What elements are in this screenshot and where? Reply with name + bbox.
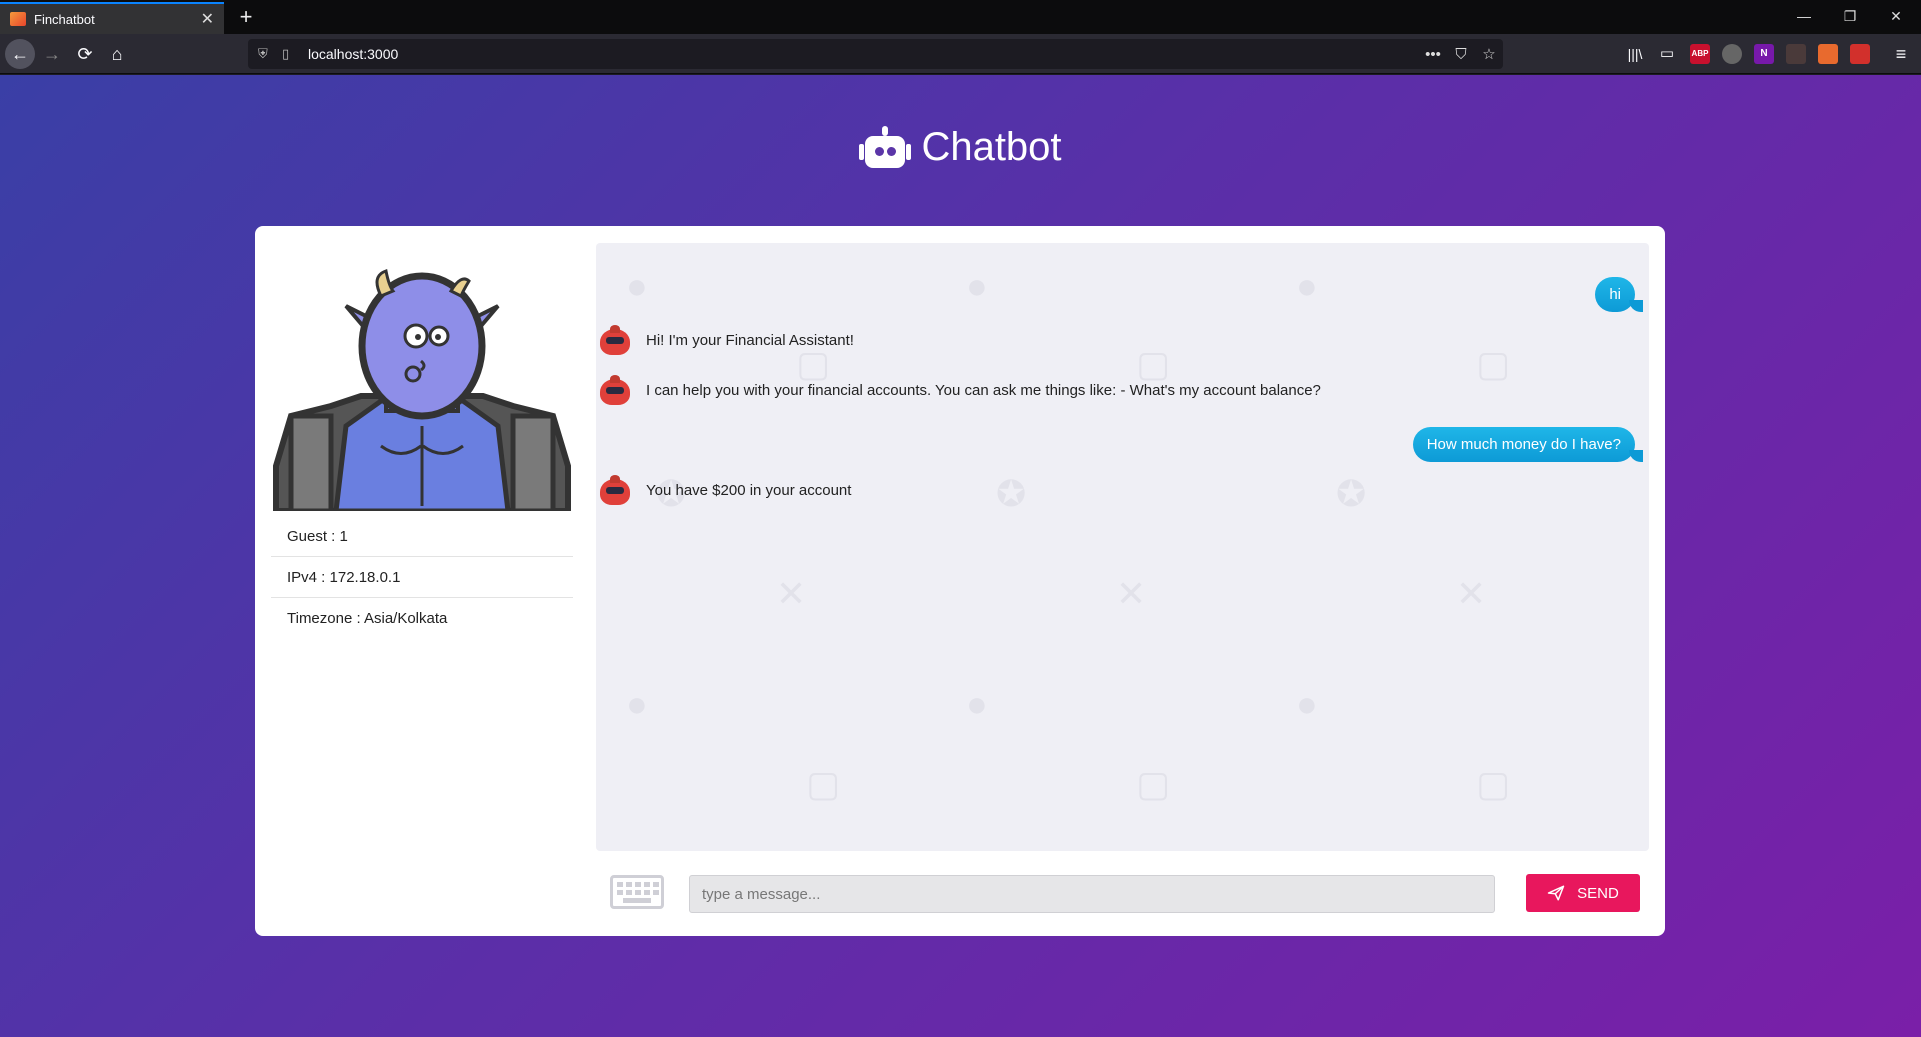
onenote-icon[interactable]: N <box>1754 44 1774 64</box>
home-button[interactable]: ⌂ <box>102 40 132 68</box>
message-composer: SEND <box>596 866 1649 916</box>
bookmark-star-icon[interactable]: ☆ <box>1475 45 1503 63</box>
bubble-tail <box>1629 300 1643 312</box>
reload-button[interactable]: ⟳ <box>70 40 100 68</box>
user-message-text: hi <box>1609 286 1621 303</box>
chat-window[interactable]: ● ● ● ▢ ▢ ▢ ✪ ✪ ✪ ✕ ✕ ✕ ● ● ● ▢ ▢ ▢ hi H… <box>596 243 1649 851</box>
page-icon: ▯ <box>282 46 290 61</box>
guest-panel: Guest : 1 IPv4 : 172.18.0.1 Timezone : A… <box>271 266 573 639</box>
bubble-tail <box>1629 450 1643 462</box>
medal-pattern-icon: ✪ <box>1336 473 1367 514</box>
sidebar-icon[interactable]: ▭ <box>1652 40 1682 68</box>
bot-message-text: I can help you with your financial accou… <box>646 381 1321 399</box>
forward-button[interactable]: → <box>37 40 67 68</box>
hockey-pattern-icon: ✕ <box>1116 573 1147 614</box>
minimize-button[interactable]: — <box>1781 0 1827 34</box>
ball-pattern-icon: ● <box>626 683 648 724</box>
bot-message: Hi! I'm your Financial Assistant! <box>598 323 854 357</box>
tab-close-icon[interactable]: ✕ <box>201 9 214 29</box>
send-icon <box>1547 885 1565 901</box>
bot-message-text: You have $200 in your account <box>646 481 852 499</box>
extension-icon[interactable] <box>1818 44 1838 64</box>
guest-timezone: Timezone : Asia/Kolkata <box>287 610 448 627</box>
guest-avatar <box>273 269 571 514</box>
jersey-pattern-icon: ▢ <box>1476 763 1511 804</box>
navigation-toolbar: ← → ⟳ ⌂ ⛨ ▯ localhost:3000 ••• ⛉ ☆ |||\ … <box>0 34 1921 74</box>
ball-pattern-icon: ● <box>626 265 648 306</box>
browser-tab[interactable]: Finchatbot ✕ <box>0 2 224 34</box>
shield-icon[interactable]: ⛨ <box>258 46 276 62</box>
menu-icon[interactable]: ≡ <box>1886 40 1916 68</box>
chat-card: Guest : 1 IPv4 : 172.18.0.1 Timezone : A… <box>255 226 1665 936</box>
tab-title: Finchatbot <box>34 11 95 27</box>
medal-pattern-icon: ✪ <box>996 473 1027 514</box>
extension-icon[interactable] <box>1786 44 1806 64</box>
guest-ipv4: IPv4 : 172.18.0.1 <box>271 557 573 598</box>
page-header: Chatbot <box>0 125 1921 170</box>
jersey-pattern-icon: ▢ <box>1136 763 1171 804</box>
window-close-button[interactable]: ✕ <box>1873 0 1919 34</box>
extension-icon[interactable] <box>1850 44 1870 64</box>
page-background: Chatbot Guest: 1 IPv4: 172.18.0.1 Time… <box>0 75 1921 1037</box>
guest-id: Guest : 1 <box>271 516 573 557</box>
library-icon[interactable]: |||\ <box>1620 40 1650 68</box>
back-button[interactable]: ← <box>5 39 35 69</box>
bot-message: You have $200 in your account <box>598 473 851 507</box>
new-tab-button[interactable]: + <box>232 4 260 30</box>
jersey-pattern-icon: ▢ <box>806 763 841 804</box>
bot-avatar-icon <box>598 323 632 357</box>
account-icon[interactable] <box>1722 44 1742 64</box>
jersey-pattern-icon: ▢ <box>1476 343 1511 384</box>
user-message: hi <box>1595 277 1643 312</box>
tab-bar: Finchatbot ✕ + — ❐ ✕ <box>0 0 1921 34</box>
ball-pattern-icon: ● <box>966 683 988 724</box>
bot-message: I can help you with your financial accou… <box>598 373 1321 407</box>
bot-avatar-icon <box>598 373 632 407</box>
robot-icon <box>859 125 912 170</box>
ball-pattern-icon: ● <box>1296 683 1318 724</box>
user-message: How much money do I have? <box>1412 427 1643 462</box>
bot-avatar-icon <box>598 473 632 507</box>
adblock-icon[interactable]: ABP <box>1690 44 1710 64</box>
hockey-pattern-icon: ✕ <box>1456 573 1487 614</box>
hockey-pattern-icon: ✕ <box>776 573 807 614</box>
ball-pattern-icon: ● <box>966 265 988 306</box>
address-bar[interactable]: ⛨ ▯ localhost:3000 ••• ⛉ ☆ <box>248 39 1503 69</box>
pocket-icon[interactable]: ⛉ <box>1447 46 1475 63</box>
page-title: Chatbot <box>921 125 1062 169</box>
favicon-icon <box>10 12 26 26</box>
bot-message-text: Hi! I'm your Financial Assistant! <box>646 331 854 349</box>
keyboard-icon[interactable] <box>610 875 664 909</box>
message-input[interactable] <box>689 875 1495 913</box>
ball-pattern-icon: ● <box>1296 265 1318 306</box>
user-message-text: How much money do I have? <box>1426 436 1621 453</box>
send-button[interactable]: SEND <box>1526 874 1640 912</box>
send-label: SEND <box>1577 884 1619 902</box>
more-actions-icon[interactable]: ••• <box>1419 46 1447 63</box>
restore-button[interactable]: ❐ <box>1827 0 1873 34</box>
url-text[interactable]: localhost:3000 <box>308 46 1419 62</box>
